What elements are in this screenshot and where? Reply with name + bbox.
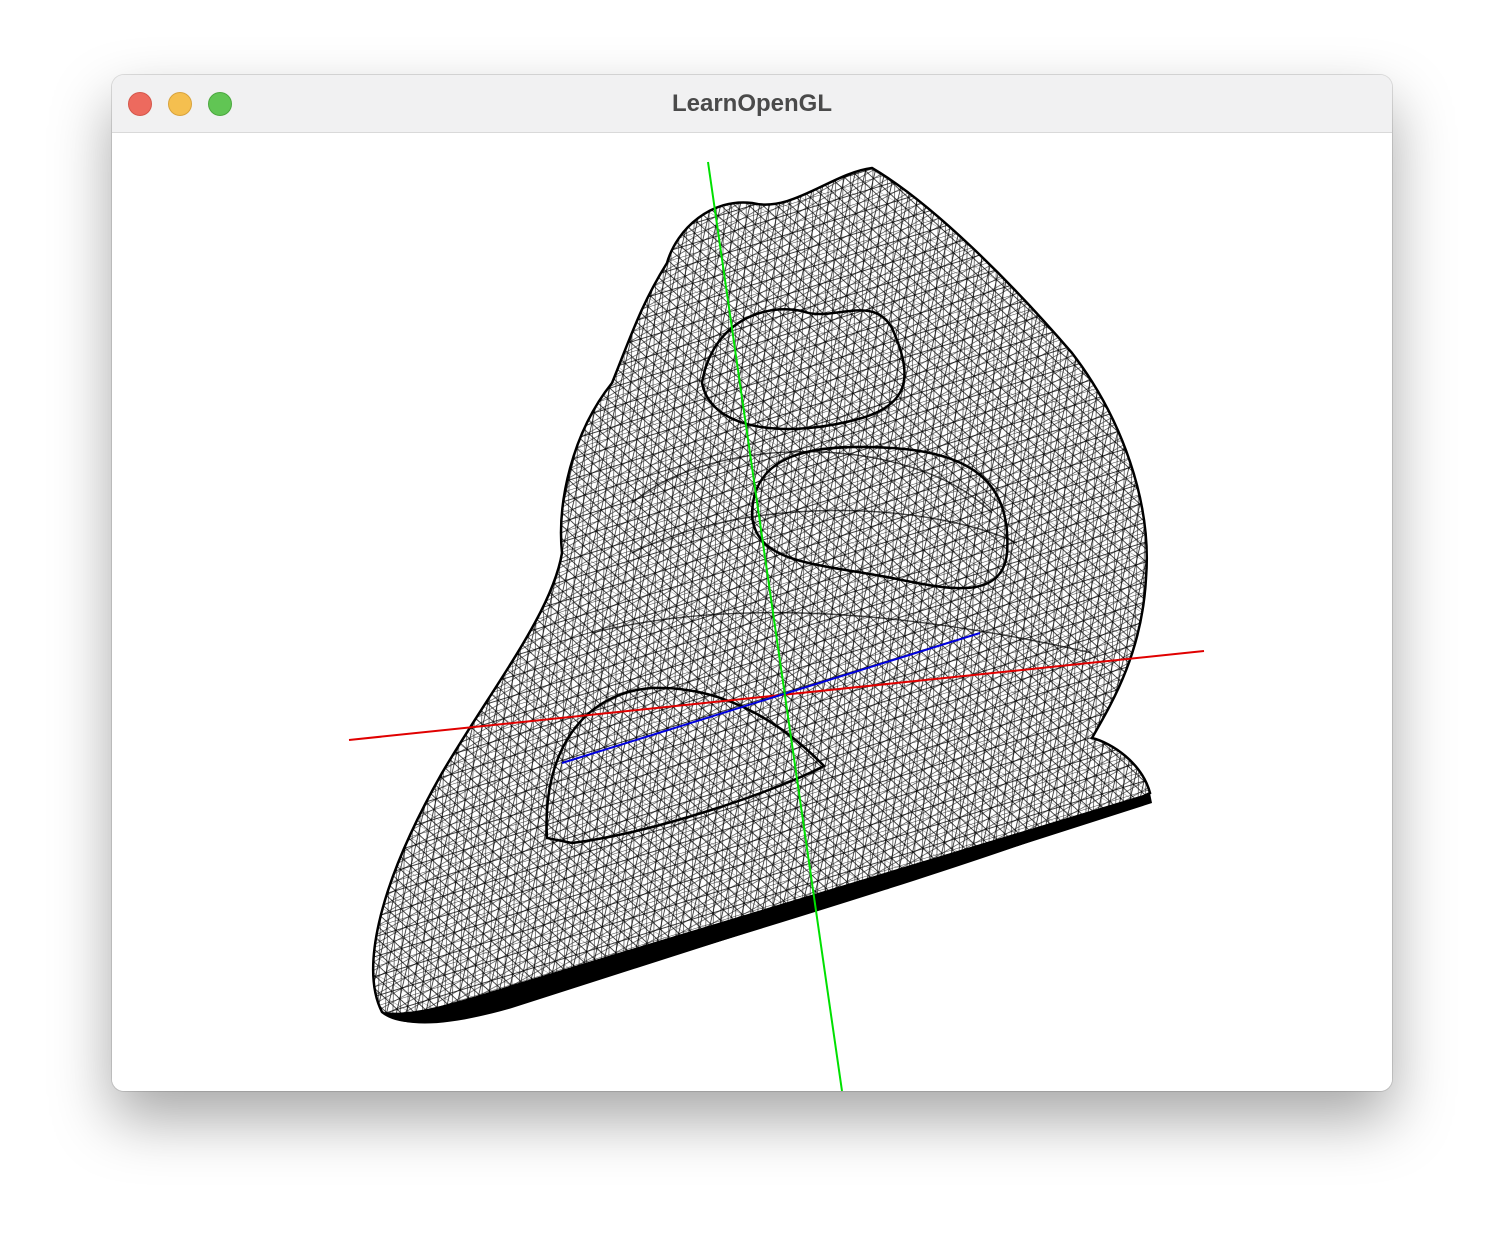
scene-canvas xyxy=(112,133,1392,1091)
sculpture-wireframe-mesh xyxy=(112,133,1392,1091)
app-window: LearnOpenGL xyxy=(112,75,1392,1091)
opengl-viewport[interactable] xyxy=(112,133,1392,1091)
title-bar[interactable]: LearnOpenGL xyxy=(112,75,1392,133)
window-title: LearnOpenGL xyxy=(671,90,833,117)
